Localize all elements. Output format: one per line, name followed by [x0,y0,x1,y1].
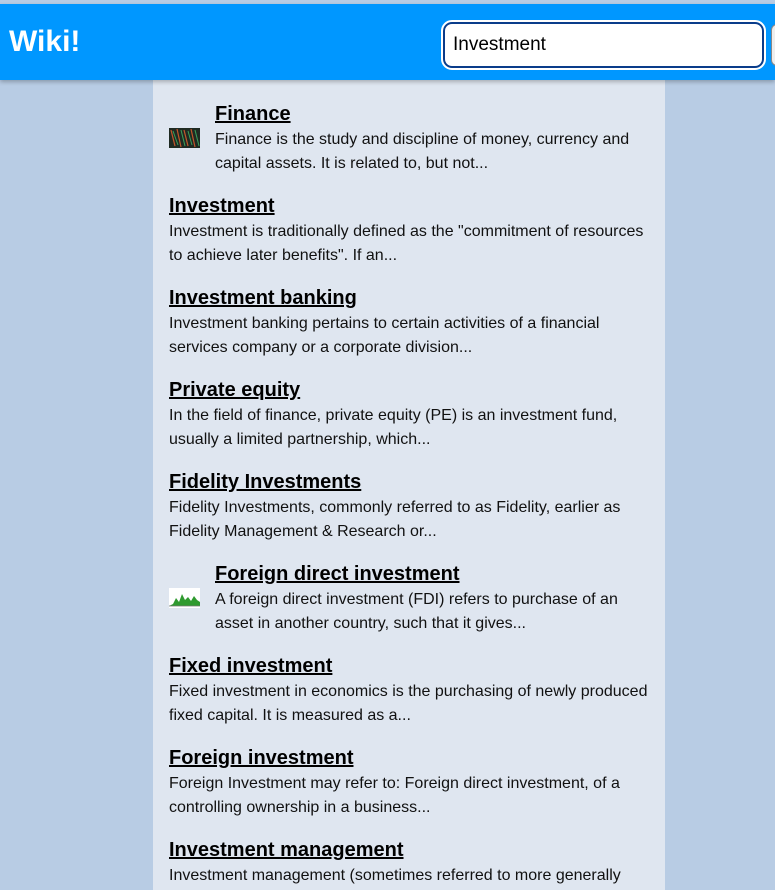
result-snippet: A foreign direct investment (FDI) refers… [215,591,618,632]
result-snippet: Investment is traditionally defined as t… [169,223,644,264]
fdi-chart-thumbnail-image [169,588,200,608]
result-title-link[interactable]: Investment [169,194,649,218]
result-item: Fixed investment Fixed investment in eco… [169,654,649,728]
result-title-link[interactable]: Fixed investment [169,654,649,678]
result-title-link[interactable]: Foreign direct investment [215,562,655,586]
result-item: Investment banking Investment banking pe… [169,286,649,360]
search-button[interactable] [771,24,775,66]
result-title-link[interactable]: Foreign investment [169,746,649,770]
result-snippet: Foreign Investment may refer to: Foreign… [169,775,620,816]
result-title-link[interactable]: Finance [215,102,655,126]
result-snippet: Investment management (sometimes referre… [169,867,621,884]
results-list: Finance Finance is the study and discipl… [153,80,665,890]
result-snippet: Fixed investment in economics is the pur… [169,683,648,724]
top-bar: Wiki! [0,4,775,80]
result-snippet: Investment banking pertains to certain a… [169,315,600,356]
site-logo[interactable]: Wiki! [9,24,80,60]
result-item: Foreign investment Foreign Investment ma… [169,746,649,820]
result-snippet: In the field of finance, private equity … [169,407,618,448]
result-item: Private equity In the field of finance, … [169,378,649,452]
result-item: Fidelity Investments Fidelity Investment… [169,470,649,544]
result-title-link[interactable]: Fidelity Investments [169,470,649,494]
result-item: Investment management Investment managem… [169,838,649,888]
result-snippet: Fidelity Investments, commonly referred … [169,499,621,540]
result-title-link[interactable]: Private equity [169,378,649,402]
finance-thumbnail-image [169,128,200,148]
result-title-link[interactable]: Investment management [169,838,649,862]
result-item: Investment Investment is traditionally d… [169,194,649,268]
result-title-link[interactable]: Investment banking [169,286,649,310]
search-input[interactable] [441,20,766,70]
result-snippet: Finance is the study and discipline of m… [215,131,630,172]
